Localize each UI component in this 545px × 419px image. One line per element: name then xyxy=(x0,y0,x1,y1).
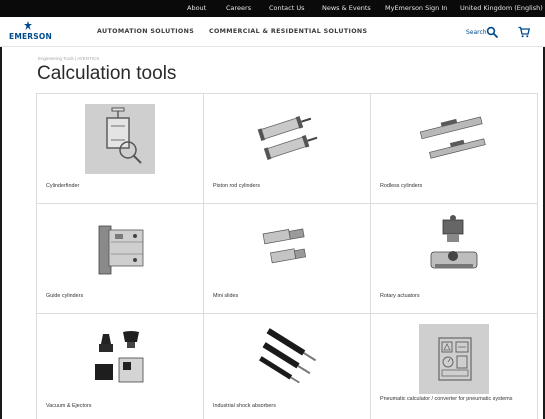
tool-label: Rotary actuators xyxy=(380,293,420,299)
tool-tile-rodless-cylinders[interactable]: Rodless cylinders xyxy=(371,94,538,204)
utility-link-about[interactable]: About xyxy=(187,4,206,12)
pneumatic-calculator-icon xyxy=(419,324,489,394)
tool-label: Rodless cylinders xyxy=(380,183,423,189)
cart-icon[interactable] xyxy=(518,26,530,38)
tool-tile-guide-cylinders[interactable]: Guide cylinders xyxy=(37,204,204,314)
utility-link-myemerson[interactable]: MyEmerson Sign In xyxy=(385,4,447,12)
emerson-logo-mark-icon xyxy=(24,21,32,30)
vacuum-ejectors-image xyxy=(95,331,144,383)
tool-label: Vacuum & Ejectors xyxy=(46,403,92,409)
breadcrumb[interactable]: Engineering Tools | AVENTICS xyxy=(38,56,99,61)
tool-tile-cylinderfinder[interactable]: Cylinderfinder xyxy=(37,94,204,204)
emerson-logo-text: EMERSON xyxy=(9,32,52,41)
emerson-logo[interactable]: EMERSON xyxy=(9,21,52,43)
tool-tile-rotary-actuators[interactable]: Rotary actuators xyxy=(371,204,538,314)
tool-tile-shock-absorbers[interactable]: Industrial shock absorbers xyxy=(204,314,371,419)
mini-slides-image xyxy=(262,228,307,264)
piston-rod-cylinders-image xyxy=(257,116,318,161)
tool-label: Mini slides xyxy=(213,293,239,299)
utility-link-contact[interactable]: Contact Us xyxy=(269,4,305,12)
nav-automation-solutions[interactable]: AUTOMATION SOLUTIONS xyxy=(97,28,194,35)
search-icon[interactable] xyxy=(486,26,498,38)
tool-tile-vacuum-ejectors[interactable]: Vacuum & Ejectors xyxy=(37,314,204,419)
cylinder-finder-icon xyxy=(85,104,155,174)
window-frame-left xyxy=(0,0,2,419)
tool-tile-piston-rod-cylinders[interactable]: Piston rod cylinders xyxy=(204,94,371,204)
rodless-cylinders-image xyxy=(419,116,486,159)
utility-link-news-events[interactable]: News & Events xyxy=(322,4,371,12)
guide-cylinders-image xyxy=(98,225,144,275)
utility-link-region[interactable]: United Kingdom (English) xyxy=(460,4,543,12)
page-title: Calculation tools xyxy=(37,63,177,84)
main-nav: EMERSON AUTOMATION SOLUTIONS COMMERCIAL … xyxy=(0,17,545,47)
tool-tile-pneumatic-calculator[interactable]: Pneumatic calculator / converter for pne… xyxy=(371,314,538,419)
calculation-tools-grid: Cylinderfinder Piston rod cylinders Rodl… xyxy=(36,93,538,419)
tool-label: Pneumatic calculator / converter for pne… xyxy=(380,396,513,402)
utility-link-careers[interactable]: Careers xyxy=(226,4,251,12)
tool-label: Piston rod cylinders xyxy=(213,183,261,189)
rotary-actuators-image xyxy=(430,215,478,269)
tool-tile-mini-slides[interactable]: Mini slides xyxy=(204,204,371,314)
utility-bar: About Careers Contact Us News & Events M… xyxy=(0,0,545,17)
tool-label: Industrial shock absorbers xyxy=(213,403,276,409)
tool-label: Guide cylinders xyxy=(46,293,84,299)
shock-absorbers-image xyxy=(259,328,317,384)
nav-commercial-residential-solutions[interactable]: COMMERCIAL & RESIDENTIAL SOLUTIONS xyxy=(209,28,367,35)
search-label[interactable]: Search xyxy=(466,29,487,36)
tool-label: Cylinderfinder xyxy=(46,183,80,189)
